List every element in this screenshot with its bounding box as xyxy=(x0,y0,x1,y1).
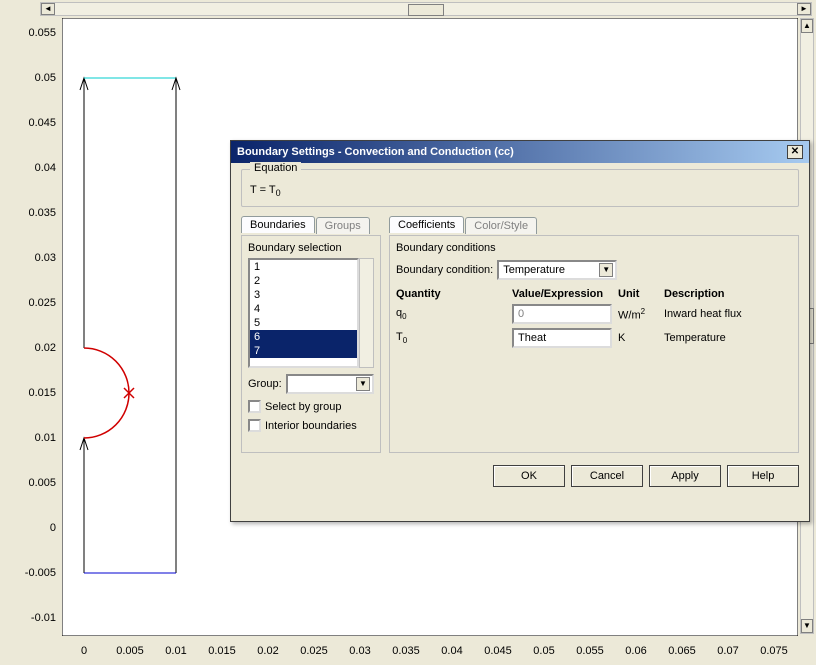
row-t0-value-input[interactable]: Theat xyxy=(512,328,612,348)
listbox-scrollbar[interactable] xyxy=(359,258,374,368)
row-t0-unit: K xyxy=(618,332,658,344)
boundary-listbox[interactable]: 1 2 3 4 5 6 7 xyxy=(248,258,359,368)
interior-boundaries-checkbox[interactable] xyxy=(248,419,261,432)
x-tick-label: 0.015 xyxy=(208,645,236,657)
left-column: Boundaries Groups Boundary selection 1 2… xyxy=(241,213,381,453)
scroll-down-button[interactable]: ▼ xyxy=(801,619,813,633)
x-tick-label: 0.035 xyxy=(392,645,420,657)
equation-groupbox: Equation T = T0 xyxy=(241,169,799,207)
x-axis-ticks: 0 0.005 0.01 0.015 0.02 0.025 0.03 0.035… xyxy=(62,639,798,665)
scroll-thumb-horizontal[interactable] xyxy=(408,4,444,16)
plot-container: ◄ ► ▲ ▼ 0.055 0.05 0.045 0.04 0.035 0.03… xyxy=(0,0,816,665)
y-tick-label: 0.01 xyxy=(35,432,56,444)
x-tick-label: 0.045 xyxy=(484,645,512,657)
y-tick-label: 0.005 xyxy=(28,477,56,489)
header-unit: Unit xyxy=(618,288,658,300)
close-icon[interactable]: ✕ xyxy=(787,145,803,159)
y-tick-label: 0.015 xyxy=(28,387,56,399)
list-item[interactable]: 3 xyxy=(250,288,357,302)
boundary-condition-select[interactable]: Temperature ▼ xyxy=(497,260,617,280)
chevron-down-icon: ▼ xyxy=(599,263,613,277)
scroll-up-button[interactable]: ▲ xyxy=(801,19,813,33)
boundary-settings-dialog: Boundary Settings - Convection and Condu… xyxy=(230,140,810,522)
right-column: Coefficients Color/Style Boundary condit… xyxy=(389,213,799,453)
dialog-titlebar[interactable]: Boundary Settings - Convection and Condu… xyxy=(231,141,809,163)
list-item[interactable]: 7 xyxy=(250,344,357,358)
interior-boundaries-label: Interior boundaries xyxy=(265,420,357,432)
dialog-button-row: OK Cancel Apply Help xyxy=(231,459,809,493)
boundary-condition-value: Temperature xyxy=(503,264,565,276)
tab-groups[interactable]: Groups xyxy=(316,217,370,234)
x-tick-label: 0.075 xyxy=(760,645,788,657)
tab-coefficients[interactable]: Coefficients xyxy=(389,216,464,233)
list-item[interactable]: 6 xyxy=(250,330,357,344)
x-tick-label: 0 xyxy=(81,645,87,657)
x-tick-label: 0.065 xyxy=(668,645,696,657)
boundary-conditions-grid: Quantity Value/Expression Unit Descripti… xyxy=(396,288,792,348)
equation-text: T = T0 xyxy=(250,184,790,198)
row-q0-unit: W/m2 xyxy=(618,307,658,322)
equation-label: Equation xyxy=(250,162,301,174)
x-tick-label: 0.03 xyxy=(349,645,370,657)
x-tick-label: 0.01 xyxy=(165,645,186,657)
horizontal-scrollbar[interactable]: ◄ ► xyxy=(40,2,812,16)
group-label: Group: xyxy=(248,378,282,390)
group-select[interactable]: ▼ xyxy=(286,374,374,394)
chevron-down-icon: ▼ xyxy=(356,377,370,391)
y-tick-label: 0.02 xyxy=(35,342,56,354)
x-tick-label: 0.04 xyxy=(441,645,462,657)
tab-boundaries[interactable]: Boundaries xyxy=(241,216,315,233)
y-tick-label: 0.05 xyxy=(35,72,56,84)
help-button[interactable]: Help xyxy=(727,465,799,487)
y-tick-label: -0.01 xyxy=(31,612,56,624)
y-tick-label: 0 xyxy=(50,522,56,534)
row-q0-value-input: 0 xyxy=(512,304,612,324)
y-axis-ticks: 0.055 0.05 0.045 0.04 0.035 0.03 0.025 0… xyxy=(0,18,60,636)
header-quantity: Quantity xyxy=(396,288,506,300)
row-t0-description: Temperature xyxy=(664,332,792,344)
list-item[interactable]: 5 xyxy=(250,316,357,330)
right-tabstrip: Coefficients Color/Style xyxy=(389,213,799,233)
y-tick-label: -0.005 xyxy=(25,567,56,579)
row-q0-quantity: q0 xyxy=(396,307,506,321)
y-tick-label: 0.035 xyxy=(28,207,56,219)
boundary-selection-panel: Boundary selection 1 2 3 4 5 6 7 xyxy=(241,235,381,453)
scroll-right-button[interactable]: ► xyxy=(797,3,811,15)
y-tick-label: 0.045 xyxy=(28,117,56,129)
x-tick-label: 0.025 xyxy=(300,645,328,657)
boundary-conditions-panel: Boundary conditions Boundary condition: … xyxy=(389,235,799,453)
select-by-group-checkbox[interactable] xyxy=(248,400,261,413)
cancel-button[interactable]: Cancel xyxy=(571,465,643,487)
header-description: Description xyxy=(664,288,792,300)
left-tabstrip: Boundaries Groups xyxy=(241,213,381,233)
ok-button[interactable]: OK xyxy=(493,465,565,487)
scroll-left-button[interactable]: ◄ xyxy=(41,3,55,15)
tab-colorstyle[interactable]: Color/Style xyxy=(465,217,537,234)
y-tick-label: 0.03 xyxy=(35,252,56,264)
x-tick-label: 0.02 xyxy=(257,645,278,657)
dialog-title: Boundary Settings - Convection and Condu… xyxy=(237,146,514,158)
list-item[interactable]: 4 xyxy=(250,302,357,316)
dialog-body: Equation T = T0 Boundaries Groups Bounda… xyxy=(231,163,809,459)
x-tick-label: 0.055 xyxy=(576,645,604,657)
boundary-selection-label: Boundary selection xyxy=(248,242,374,254)
header-value: Value/Expression xyxy=(512,288,612,300)
apply-button[interactable]: Apply xyxy=(649,465,721,487)
y-tick-label: 0.025 xyxy=(28,297,56,309)
row-t0-quantity: T0 xyxy=(396,331,506,345)
boundary-conditions-label: Boundary conditions xyxy=(396,242,792,254)
boundary-condition-label: Boundary condition: xyxy=(396,264,493,276)
select-by-group-label: Select by group xyxy=(265,401,341,413)
x-tick-label: 0.005 xyxy=(116,645,144,657)
x-tick-label: 0.07 xyxy=(717,645,738,657)
y-tick-label: 0.04 xyxy=(35,162,56,174)
x-tick-label: 0.06 xyxy=(625,645,646,657)
x-tick-label: 0.05 xyxy=(533,645,554,657)
list-item[interactable]: 1 xyxy=(250,260,357,274)
list-item[interactable]: 2 xyxy=(250,274,357,288)
y-tick-label: 0.055 xyxy=(28,27,56,39)
row-q0-description: Inward heat flux xyxy=(664,308,792,320)
